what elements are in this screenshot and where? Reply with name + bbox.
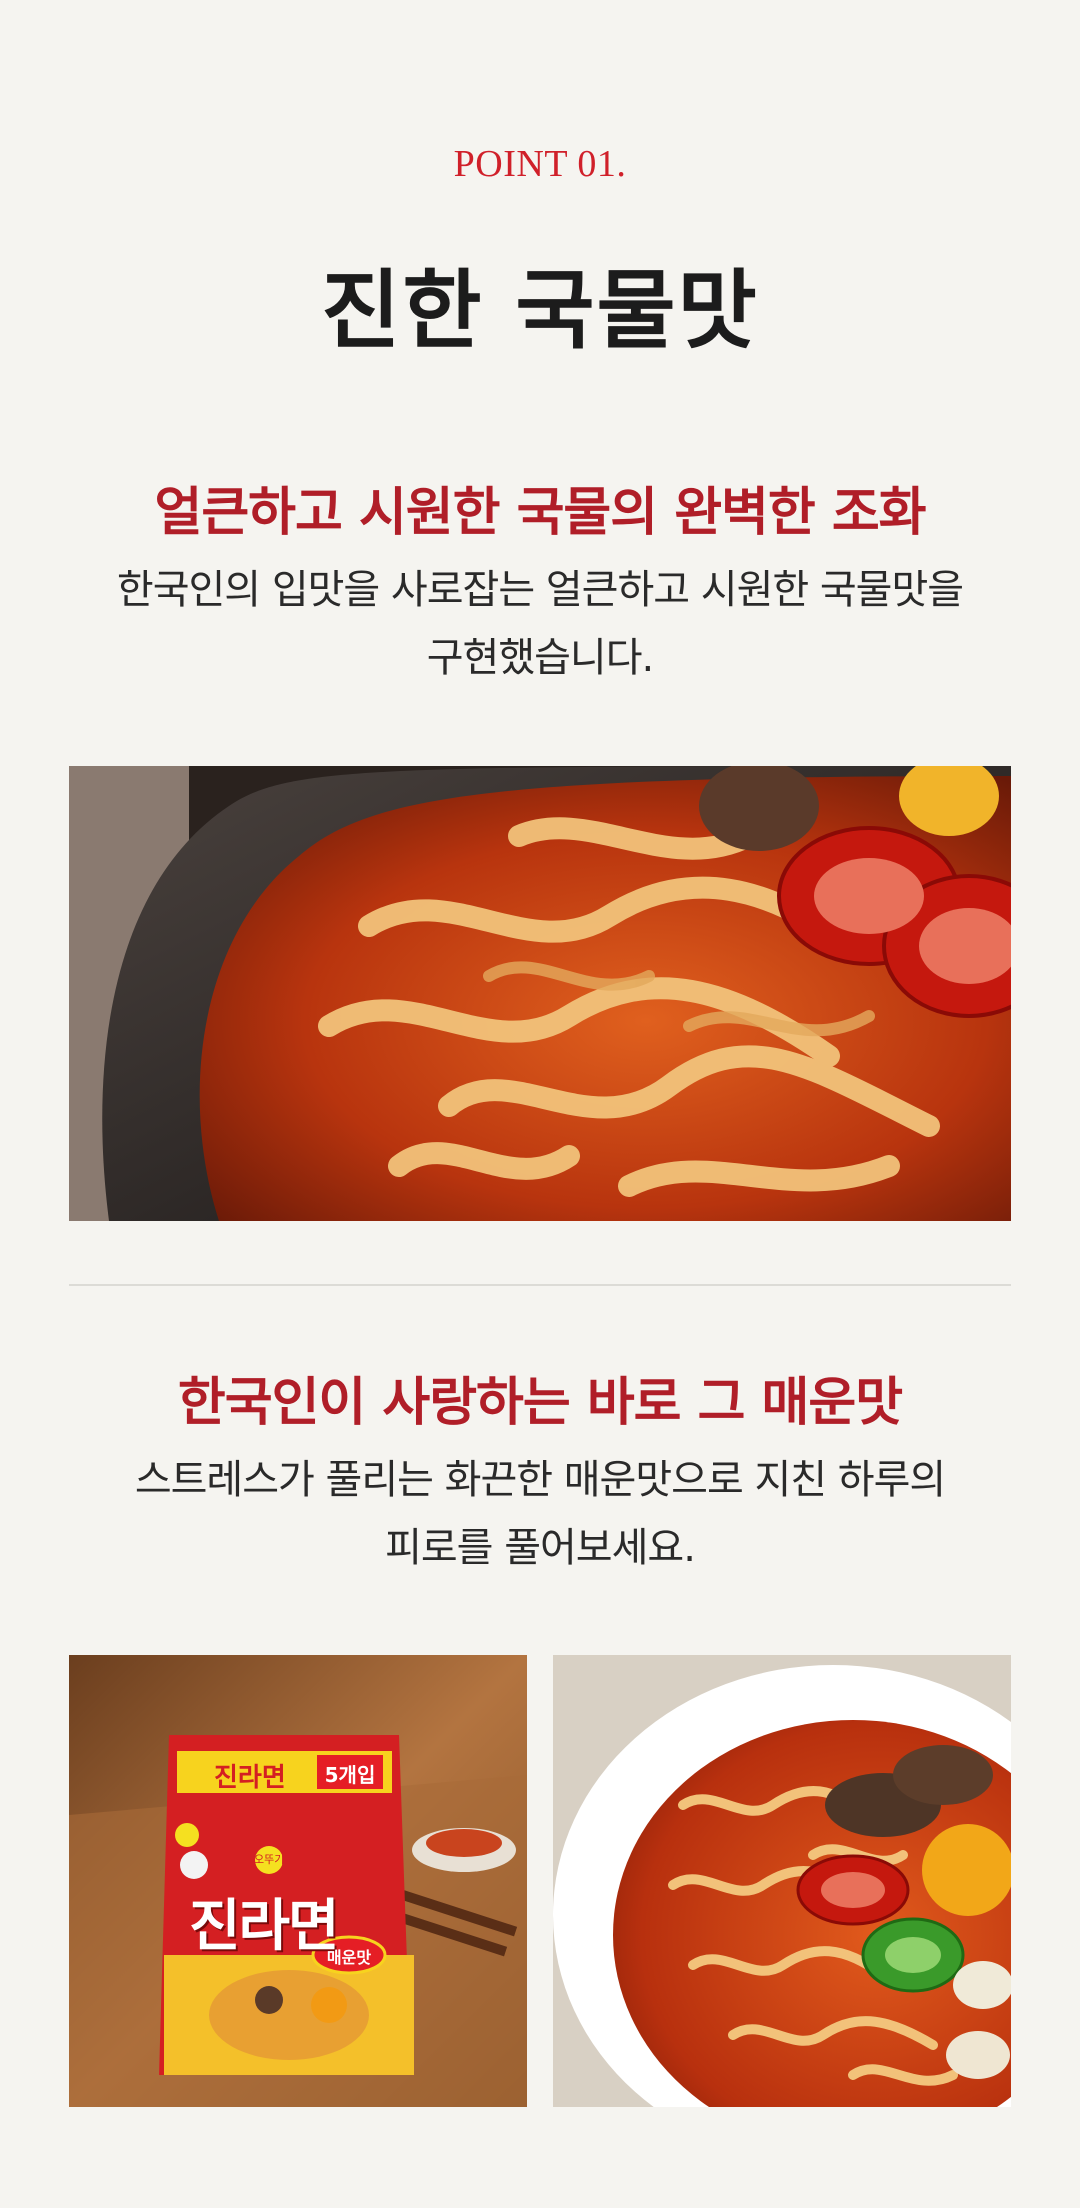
package-product-name: 진라면 — [189, 1894, 340, 1959]
section-divider — [69, 1284, 1011, 1286]
feature2-desc-line2: 피로를 풀어보세요. — [385, 1525, 696, 1571]
package-photo: 진라면 5개입 오뚜기 진라면 매운맛 — [69, 1655, 527, 2107]
feature2-desc-line1: 스트레스가 풀리는 화끈한 매운맛으로 지친 하루의 — [134, 1457, 946, 1503]
package-count-badge: 5개입 — [324, 1763, 376, 1787]
broth-closeup-photo — [69, 766, 1011, 1221]
feature1-desc-line1: 한국인의 입맛을 사로잡는 얼큰하고 시원한 국물맛을 — [116, 567, 964, 613]
feature2-description: 스트레스가 풀리는 화끈한 매운맛으로 지친 하루의 피로를 풀어보세요. — [60, 1446, 1020, 1582]
feature1-heading: 얼큰하고 시원한 국물의 완벽한 조화 — [154, 483, 926, 543]
page-title: 진한 국물맛 — [321, 261, 759, 361]
feature2-heading: 한국인이 사랑하는 바로 그 매운맛 — [177, 1373, 903, 1433]
feature1-desc-line2: 구현했습니다. — [426, 635, 655, 681]
feature1-description: 한국인의 입맛을 사로잡는 얼큰하고 시원한 국물맛을 구현했습니다. — [60, 556, 1020, 692]
ramen-bowl-photo — [553, 1655, 1011, 2107]
point-label: POINT 01. — [453, 143, 627, 185]
package-flavor-badge: 매운맛 — [326, 1948, 372, 1967]
package-maker-logo: 오뚜기 — [254, 1853, 285, 1866]
package-brand-small: 진라면 — [214, 1763, 286, 1793]
